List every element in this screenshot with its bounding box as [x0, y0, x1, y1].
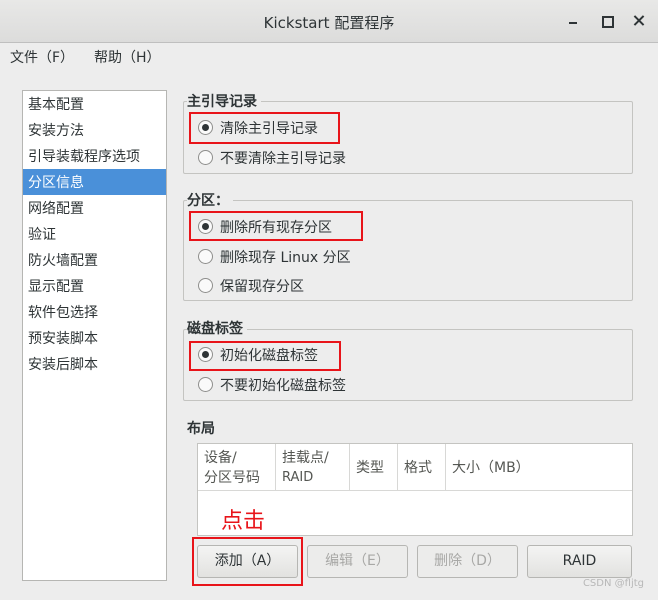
disklabel-group-label: 磁盘标签 — [187, 318, 247, 338]
disklabel-option-no-init-label: 不要初始化磁盘标签 — [220, 378, 346, 394]
sidebar-item-packages[interactable]: 软件包选择 — [23, 299, 166, 325]
column-header-type[interactable]: 类型 — [350, 444, 398, 490]
minimize-icon[interactable] — [566, 13, 582, 29]
sidebar-item-partition[interactable]: 分区信息 — [23, 169, 166, 195]
sidebar-item-firewall[interactable]: 防火墙配置 — [23, 247, 166, 273]
mbr-group-label: 主引导记录 — [187, 91, 261, 111]
radio-unchecked-icon[interactable] — [198, 249, 213, 264]
title-bar: Kickstart 配置程序 — [0, 0, 658, 43]
annotation-click: 点击 — [221, 509, 266, 534]
sidebar-item-display[interactable]: 显示配置 — [23, 273, 166, 299]
watermark: CSDN @fljtg — [582, 578, 644, 589]
highlight-box — [189, 341, 341, 371]
sidebar-item-pre-script[interactable]: 预安装脚本 — [23, 325, 166, 351]
menu-bar: 文件（F） 帮助（H） — [0, 43, 658, 69]
sidebar-item-network[interactable]: 网络配置 — [23, 195, 166, 221]
sidebar-item-basic[interactable]: 基本配置 — [23, 91, 166, 117]
radio-unchecked-icon[interactable] — [198, 150, 213, 165]
column-header-line: 设备/ — [204, 450, 237, 466]
mbr-option-keep-label: 不要清除主引导记录 — [220, 151, 346, 167]
column-header-line: 挂载点/ — [282, 450, 329, 466]
close-icon[interactable] — [631, 13, 647, 29]
column-header-line: 大小（MB） — [452, 460, 530, 476]
menu-help[interactable]: 帮助（H） — [94, 47, 161, 67]
partition-option-preserve-label: 保留现存分区 — [220, 279, 304, 295]
column-header-line: 格式 — [404, 460, 432, 476]
radio-unchecked-icon[interactable] — [198, 278, 213, 293]
sidebar-item-install-method[interactable]: 安装方法 — [23, 117, 166, 143]
partition-group-label: 分区： — [187, 190, 233, 210]
sidebar-item-post-script[interactable]: 安装后脚本 — [23, 351, 166, 377]
column-header-format[interactable]: 格式 — [398, 444, 446, 490]
layout-group-label: 布局 — [187, 421, 215, 437]
edit-button[interactable]: 编辑（E） — [307, 545, 408, 578]
column-header-line: 分区号码 — [204, 470, 260, 486]
column-header-size[interactable]: 大小（MB） — [446, 444, 632, 490]
highlight-box — [189, 112, 340, 144]
column-header-line: RAID — [282, 470, 314, 485]
sidebar-item-auth[interactable]: 验证 — [23, 221, 166, 247]
column-header-line: 类型 — [356, 460, 384, 476]
raid-button[interactable]: RAID — [527, 545, 632, 578]
column-header-device[interactable]: 设备/ 分区号码 — [198, 444, 276, 490]
highlight-box — [189, 211, 363, 241]
column-header-mount[interactable]: 挂载点/ RAID — [276, 444, 350, 490]
maximize-icon[interactable] — [599, 13, 615, 29]
table-header-divider — [198, 490, 632, 491]
delete-button[interactable]: 删除（D） — [417, 545, 518, 578]
highlight-box — [192, 537, 303, 586]
sidebar-item-bootloader[interactable]: 引导装载程序选项 — [23, 143, 166, 169]
radio-unchecked-icon[interactable] — [198, 377, 213, 392]
partition-option-remove-linux-label: 删除现存 Linux 分区 — [220, 250, 351, 266]
window-title: Kickstart 配置程序 — [263, 14, 395, 32]
sidebar-nav: 基本配置 安装方法 引导装载程序选项 分区信息 网络配置 验证 防火墙配置 显示… — [22, 90, 167, 581]
menu-file[interactable]: 文件（F） — [10, 47, 74, 67]
